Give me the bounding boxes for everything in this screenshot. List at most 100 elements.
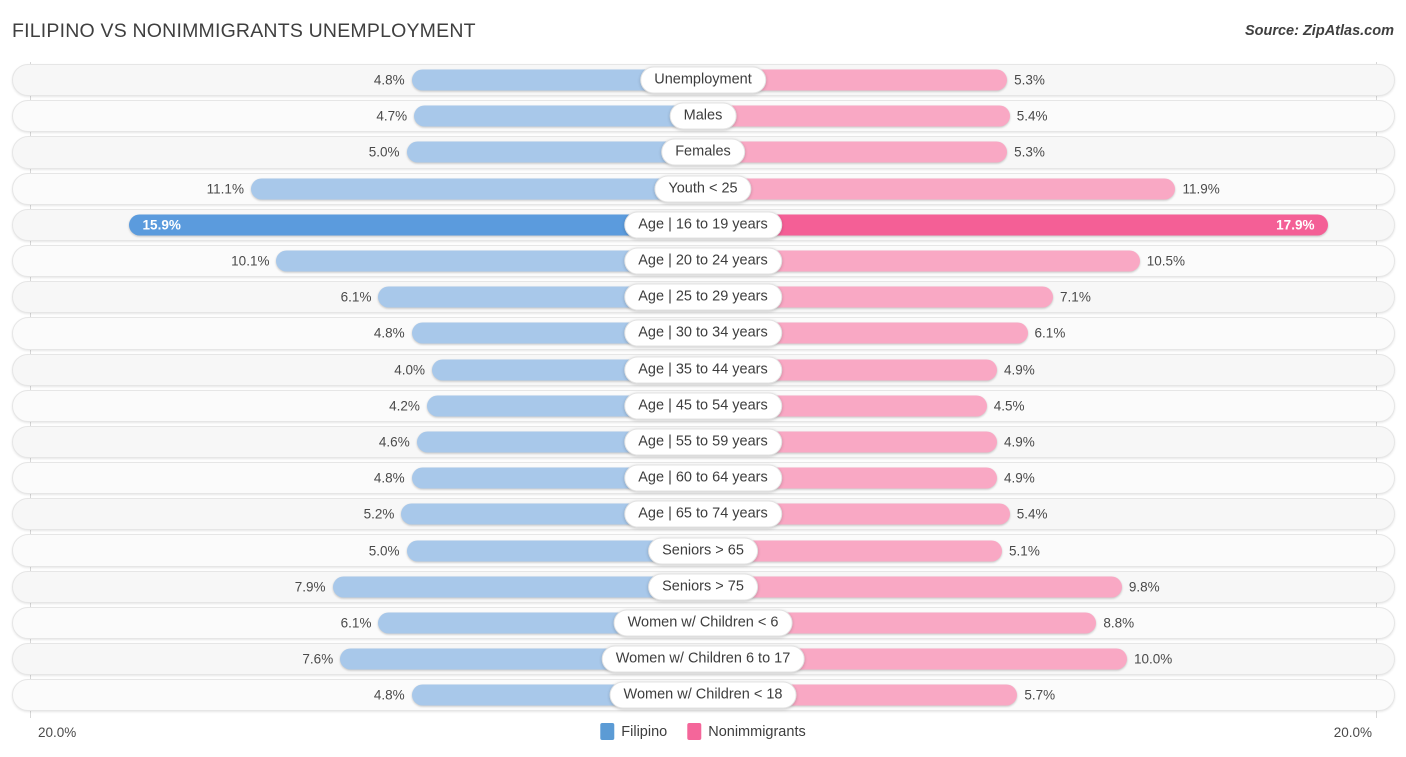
value-label-nonimmigrants: 7.1%: [1060, 290, 1091, 305]
legend-item-nonimmigrants[interactable]: Nonimmigrants: [687, 723, 806, 740]
table-row[interactable]: 4.6% 4.9% Age | 55 to 59 years: [0, 424, 1406, 460]
table-row[interactable]: 4.8%6.1%Age | 30 to 34 years: [0, 315, 1406, 351]
table-row[interactable]: 10.1%10.5%Age | 20 to 24 years: [0, 243, 1406, 279]
value-label-nonimmigrants: 17.9%: [1276, 217, 1314, 232]
row-bars: 5.2%5.4%Age | 65 to 74 years: [0, 496, 1406, 532]
chart-legend: Filipino Nonimmigrants: [600, 723, 805, 740]
bar-nonimmigrants[interactable]: [703, 142, 1007, 163]
legend-label: Filipino: [621, 724, 667, 740]
row-bars: 4.0% 4.9% Age | 35 to 44 years: [0, 352, 1406, 388]
bar-filipino[interactable]: [251, 178, 703, 199]
row-category-label: Age | 65 to 74 years: [624, 501, 782, 528]
row-category-label: Age | 60 to 64 years: [624, 465, 782, 492]
row-bars: 6.1% 7.1% Age | 25 to 29 years: [0, 279, 1406, 315]
table-row[interactable]: 4.8% 5.7% Women w/ Children < 18: [0, 677, 1406, 713]
value-label-filipino: 15.9%: [143, 217, 181, 232]
row-bars: 4.8%6.1%Age | 30 to 34 years: [0, 315, 1406, 351]
chart-header: FILIPINO VS NONIMMIGRANTS UNEMPLOYMENT S…: [0, 0, 1406, 60]
value-label-nonimmigrants: 5.3%: [1014, 145, 1045, 160]
row-category-label: Women w/ Children < 18: [610, 682, 797, 709]
value-label-nonimmigrants: 5.3%: [1014, 73, 1045, 88]
row-category-label: Age | 30 to 34 years: [624, 320, 782, 347]
legend-swatch-icon: [600, 723, 614, 740]
value-label-filipino: 4.7%: [376, 109, 407, 124]
chart-plot-area: 4.8% 5.3% Unemployment 4.7%5.4%Males 5.0% 5.3…: [0, 62, 1406, 718]
value-label-filipino: 4.0%: [394, 362, 425, 377]
row-bars: 6.1% 8.8% Women w/ Children < 6: [0, 605, 1406, 641]
value-label-nonimmigrants: 10.0%: [1134, 652, 1172, 667]
value-label-filipino: 11.1%: [207, 181, 244, 196]
row-category-label: Age | 16 to 19 years: [624, 211, 782, 238]
bar-filipino[interactable]: [407, 142, 704, 163]
value-label-filipino: 4.8%: [374, 471, 405, 486]
legend-label: Nonimmigrants: [708, 724, 806, 740]
table-row[interactable]: 7.6% 10.0% Women w/ Children 6 to 17: [0, 641, 1406, 677]
value-label-filipino: 4.8%: [374, 688, 405, 703]
value-label-filipino: 6.1%: [341, 290, 372, 305]
bar-filipino[interactable]: [129, 214, 703, 235]
row-bars: 4.8%5.3%Unemployment: [0, 62, 1406, 98]
value-label-nonimmigrants: 10.5%: [1147, 254, 1185, 269]
table-row[interactable]: 11.1%11.9%Youth < 25: [0, 171, 1406, 207]
value-label-filipino: 4.2%: [389, 398, 420, 413]
source-label: Source: ZipAtlas.com: [1245, 23, 1394, 39]
value-label-nonimmigrants: 5.7%: [1024, 688, 1055, 703]
bar-rows-container: 4.8% 5.3% Unemployment 4.7%5.4%Males 5.0% 5.3…: [0, 62, 1406, 713]
value-label-nonimmigrants: 9.8%: [1129, 579, 1160, 594]
row-category-label: Women w/ Children < 6: [614, 609, 793, 636]
value-label-nonimmigrants: 4.9%: [1004, 362, 1035, 377]
row-bars: 4.7%5.4%Males: [0, 98, 1406, 134]
table-row[interactable]: 7.9% 9.8% Seniors > 75: [0, 569, 1406, 605]
row-category-label: Age | 45 to 54 years: [624, 392, 782, 419]
value-label-nonimmigrants: 4.9%: [1004, 434, 1035, 449]
legend-item-filipino[interactable]: Filipino: [600, 723, 667, 740]
table-row[interactable]: 6.1% 7.1% Age | 25 to 29 years: [0, 279, 1406, 315]
row-category-label: Women w/ Children 6 to 17: [602, 646, 805, 673]
value-label-filipino: 4.6%: [379, 434, 410, 449]
value-label-filipino: 7.6%: [302, 652, 333, 667]
table-row[interactable]: 4.7%5.4%Males: [0, 98, 1406, 134]
bar-filipino[interactable]: [414, 106, 703, 127]
row-bars: 11.1%11.9%Youth < 25: [0, 171, 1406, 207]
row-bars: 5.0% 5.1% Seniors > 65: [0, 532, 1406, 568]
table-row[interactable]: 4.8%4.9%Age | 60 to 64 years: [0, 460, 1406, 496]
row-bars: 7.6% 10.0% Women w/ Children 6 to 17: [0, 641, 1406, 677]
table-row[interactable]: 6.1% 8.8% Women w/ Children < 6: [0, 605, 1406, 641]
value-label-filipino: 5.0%: [369, 543, 400, 558]
value-label-nonimmigrants: 5.1%: [1009, 543, 1040, 558]
value-label-nonimmigrants: 4.5%: [994, 398, 1025, 413]
row-category-label: Youth < 25: [654, 175, 751, 202]
table-row[interactable]: 4.0% 4.9% Age | 35 to 44 years: [0, 352, 1406, 388]
table-row[interactable]: 5.0% 5.1% Seniors > 65: [0, 532, 1406, 568]
legend-swatch-icon: [687, 723, 701, 740]
row-bars: 5.0%5.3%Females: [0, 134, 1406, 170]
table-row[interactable]: 5.0%5.3%Females: [0, 134, 1406, 170]
bar-nonimmigrants[interactable]: [703, 106, 1010, 127]
bar-nonimmigrants[interactable]: [703, 576, 1122, 597]
row-bars: 4.2% 4.5% Age | 45 to 54 years: [0, 388, 1406, 424]
value-label-filipino: 6.1%: [341, 615, 372, 630]
axis-label-left: 20.0%: [38, 725, 76, 740]
value-label-nonimmigrants: 8.8%: [1103, 615, 1134, 630]
page-title: FILIPINO VS NONIMMIGRANTS UNEMPLOYMENT: [12, 20, 476, 43]
row-category-label: Seniors > 65: [648, 537, 758, 564]
bar-nonimmigrants[interactable]: [703, 178, 1175, 199]
row-bars: 7.9% 9.8% Seniors > 75: [0, 569, 1406, 605]
row-category-label: Males: [670, 103, 737, 130]
table-row[interactable]: 4.8%5.3%Unemployment: [0, 62, 1406, 98]
value-label-nonimmigrants: 6.1%: [1035, 326, 1066, 341]
row-bars: 10.1%10.5%Age | 20 to 24 years: [0, 243, 1406, 279]
table-row[interactable]: 15.9% 17.9% Age | 16 to 19 years: [0, 207, 1406, 243]
row-category-label: Seniors > 75: [648, 573, 758, 600]
row-category-label: Age | 35 to 44 years: [624, 356, 782, 383]
bar-nonimmigrants[interactable]: [703, 214, 1328, 235]
row-bars: 15.9% 17.9% Age | 16 to 19 years: [0, 207, 1406, 243]
row-category-label: Age | 55 to 59 years: [624, 428, 782, 455]
table-row[interactable]: 5.2%5.4%Age | 65 to 74 years: [0, 496, 1406, 532]
row-category-label: Unemployment: [640, 67, 766, 94]
row-bars: 4.8% 5.7% Women w/ Children < 18: [0, 677, 1406, 713]
table-row[interactable]: 4.2% 4.5% Age | 45 to 54 years: [0, 388, 1406, 424]
value-label-filipino: 7.9%: [295, 579, 326, 594]
row-category-label: Age | 25 to 29 years: [624, 284, 782, 311]
row-category-label: Females: [661, 139, 745, 166]
